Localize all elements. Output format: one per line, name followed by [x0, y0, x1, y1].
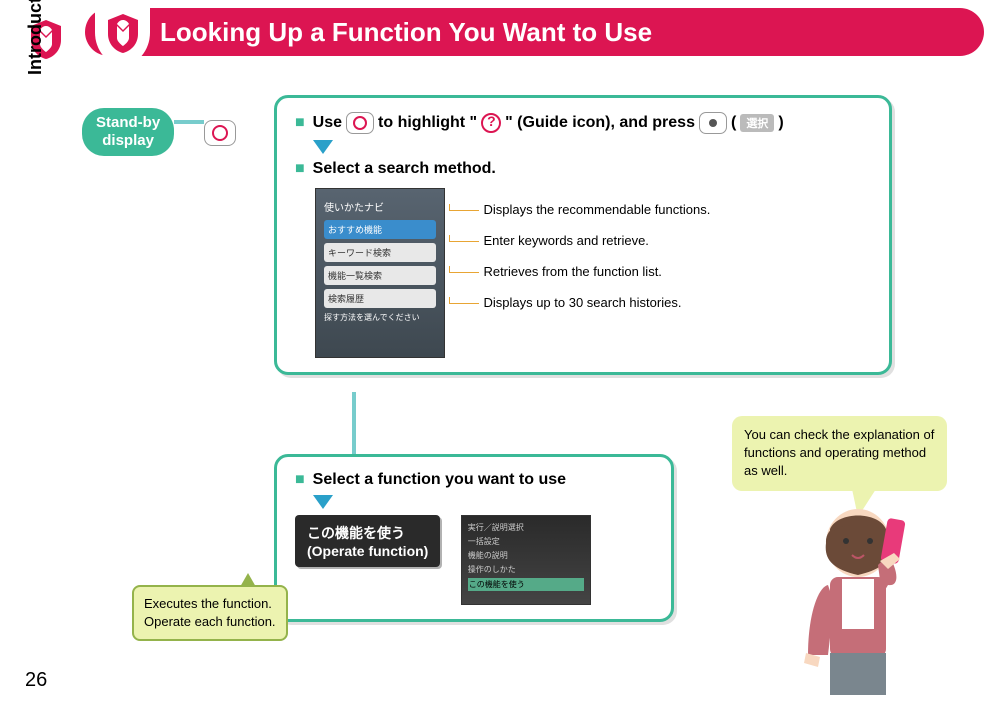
operate-jp: この機能を使う — [307, 523, 428, 543]
mini-row: 一括設定 — [468, 536, 584, 547]
step1-pre: Use — [313, 114, 342, 132]
mini-row: 実行／説明選択 — [468, 522, 584, 533]
method-label: Displays up to 30 search histories. — [469, 295, 710, 310]
sub-instruction-box: ■ Select a function you want to use この機能… — [274, 454, 674, 622]
direction-key-icon — [204, 120, 236, 146]
step2: ■ Select a search method. — [295, 160, 871, 178]
method-label: Displays the recommendable functions. — [469, 202, 710, 217]
mini-row: 機能の説明 — [468, 550, 584, 561]
menu-title: 使いかたナビ — [324, 199, 436, 214]
section-label: Introduction — [25, 0, 46, 75]
bullet-icon: ■ — [295, 160, 305, 178]
standby-badge: Stand-by display — [82, 108, 174, 156]
main-instruction-box: ■ Use to highlight " " (Guide icon), and… — [274, 95, 892, 375]
down-arrow-icon — [313, 495, 333, 509]
step1-mid2: " (Guide icon), and press — [505, 114, 695, 132]
page-header: Looking Up a Function You Want to Use — [85, 8, 984, 56]
shield-badge — [95, 0, 150, 65]
menu-hint: 探す方法を選んでください — [324, 312, 436, 323]
callout-line2: Operate each function. — [144, 613, 276, 631]
step1-mid1: to highlight " — [378, 114, 477, 132]
direction-key-icon — [346, 112, 374, 134]
operate-en: (Operate function) — [307, 543, 428, 559]
speech-bubble: You can check the explanation of functio… — [732, 416, 947, 491]
select-key-icon — [699, 112, 727, 134]
step1-tail-open: ( — [731, 114, 736, 132]
step1-tail-close: ) — [778, 114, 783, 132]
operate-function-label: この機能を使う (Operate function) — [295, 515, 440, 567]
step2-text: Select a search method. — [313, 160, 496, 178]
phone-screenshot-small: 実行／説明選択 一括設定 機能の説明 操作のしかた この機能を使う — [461, 515, 591, 605]
phone-screenshot: 使いかたナビ おすすめ機能 キーワード検索 機能一覧検索 検索履歴 探す方法を選… — [315, 188, 445, 358]
method-label: Retrieves from the function list. — [469, 264, 710, 279]
menu-item: 機能一覧検索 — [324, 266, 436, 285]
select-label: 選択 — [740, 114, 774, 132]
step3-text: Select a function you want to use — [313, 471, 566, 489]
step3: ■ Select a function you want to use — [295, 471, 653, 489]
menu-item: キーワード検索 — [324, 243, 436, 262]
speech-text: You can check the explanation of functio… — [744, 427, 934, 478]
callout-line1: Executes the function. — [144, 595, 276, 613]
execute-callout: Executes the function. Operate each func… — [132, 585, 288, 641]
standby-line1: Stand-by — [96, 114, 160, 132]
page-title: Looking Up a Function You Want to Use — [160, 17, 652, 48]
bullet-icon: ■ — [295, 471, 305, 489]
connector — [174, 120, 204, 124]
guide-icon — [481, 113, 501, 133]
standby-line2: display — [96, 132, 160, 150]
down-arrow-icon — [313, 140, 333, 154]
mini-row: この機能を使う — [468, 578, 584, 591]
person-illustration — [768, 495, 948, 695]
method-label: Enter keywords and retrieve. — [469, 233, 710, 248]
mini-row: 操作のしかた — [468, 564, 584, 575]
method-labels: Displays the recommendable functions. En… — [469, 202, 710, 326]
step1: ■ Use to highlight " " (Guide icon), and… — [295, 112, 871, 134]
page-number: 26 — [25, 669, 47, 692]
bullet-icon: ■ — [295, 114, 305, 132]
menu-item: 検索履歴 — [324, 289, 436, 308]
menu-item: おすすめ機能 — [324, 220, 436, 239]
